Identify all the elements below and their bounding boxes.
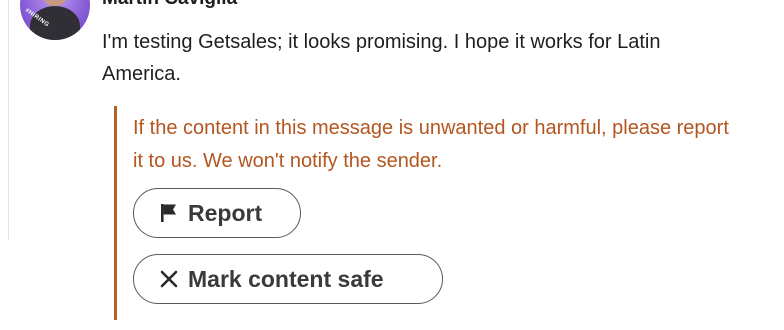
report-button-label: Report: [188, 199, 263, 226]
close-icon: [158, 268, 180, 290]
sender-name[interactable]: Martin Caviglia: [102, 0, 237, 10]
mark-content-safe-button[interactable]: Mark content safe: [133, 254, 443, 304]
safety-warning-text: If the content in this message is unwant…: [133, 117, 729, 172]
flag-icon: [158, 202, 180, 224]
conversation-divider: [8, 0, 9, 240]
report-button[interactable]: Report: [133, 188, 301, 238]
avatar-head: [42, 0, 68, 6]
message-view: #HIRING Martin Caviglia I'm testing Gets…: [0, 0, 784, 330]
avatar-shirt: [30, 6, 80, 40]
safety-warning: If the content in this message is unwant…: [114, 106, 737, 320]
avatar[interactable]: #HIRING: [20, 0, 90, 40]
message-body: I'm testing Getsales; it looks promising…: [102, 31, 661, 85]
mark-content-safe-label: Mark content safe: [188, 265, 384, 292]
